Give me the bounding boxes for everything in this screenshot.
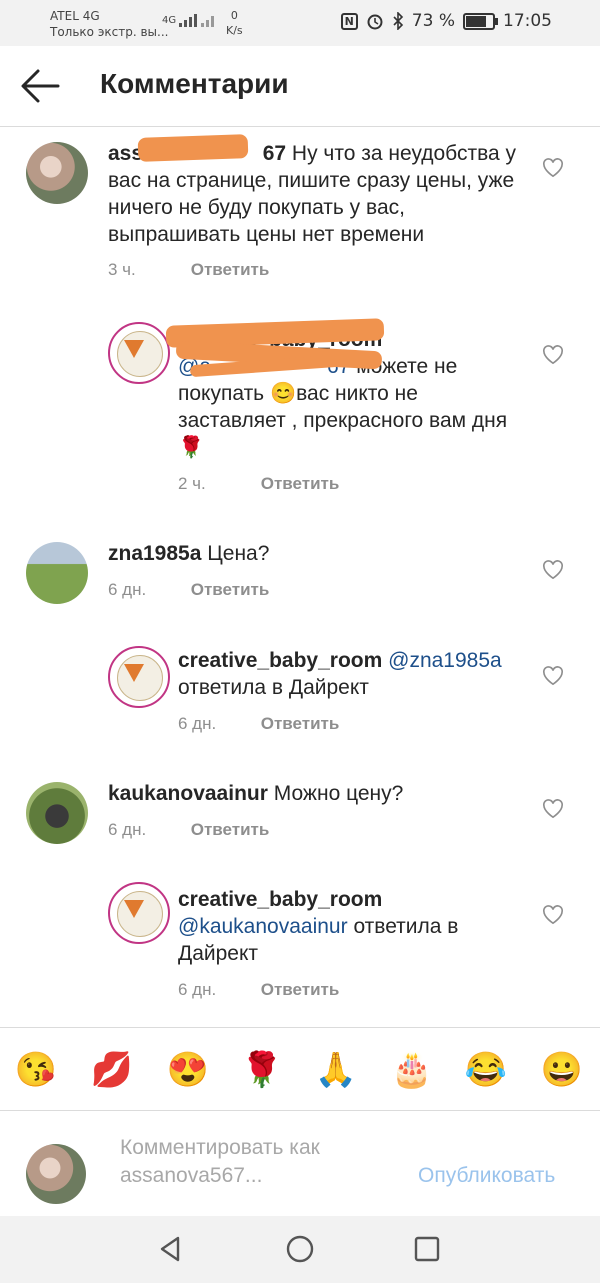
avatar[interactable] <box>108 882 170 944</box>
heart-icon[interactable] <box>542 158 564 178</box>
comment-time: 6 дн. <box>178 714 217 733</box>
bluetooth-icon <box>393 12 403 30</box>
comment-meta: 6 дн. Ответить <box>108 820 269 840</box>
comment-body: creative_baby_room @kaukanovaainur ответ… <box>178 886 518 967</box>
reply-button[interactable]: Ответить <box>191 820 270 839</box>
comment-meta: 3 ч. Ответить <box>108 260 269 280</box>
emoji-heart-eyes-icon[interactable]: 😍 <box>166 1048 210 1092</box>
avatar[interactable] <box>108 646 170 708</box>
comment-username[interactable]: creative_baby_room <box>178 888 382 911</box>
emoji-lips-icon[interactable]: 💋 <box>90 1048 134 1092</box>
avatar <box>26 1144 86 1204</box>
comment-meta: 6 дн. Ответить <box>178 714 339 734</box>
speed-value: 0 <box>230 9 238 22</box>
comment-body: zna1985a Цена? <box>108 540 528 567</box>
emoji-cake-icon[interactable]: 🎂 <box>390 1048 434 1092</box>
publish-button[interactable]: Опубликовать <box>418 1164 555 1188</box>
network-speed: 0 K/s <box>226 8 243 38</box>
system-nav-bar <box>0 1216 600 1283</box>
carrier-name: ATEL 4G <box>50 9 100 23</box>
comment-text: Цена? <box>207 542 270 565</box>
heart-icon[interactable] <box>542 799 564 819</box>
heart-icon[interactable] <box>542 905 564 925</box>
emoji-kiss-icon[interactable]: 😘 <box>14 1048 58 1092</box>
avatar[interactable] <box>26 542 88 604</box>
comment-input-placeholder-user: assanova567... <box>120 1164 263 1187</box>
avatar[interactable] <box>108 322 170 384</box>
reply-button[interactable]: Ответить <box>261 714 340 733</box>
heart-icon[interactable] <box>542 345 564 365</box>
battery-percent: 73 % <box>411 11 455 31</box>
comment-time: 6 дн. <box>178 980 217 999</box>
comment-input-placeholder: Комментировать как <box>120 1136 320 1159</box>
battery-icon <box>463 12 498 30</box>
fox-logo-icon <box>124 900 144 918</box>
clock: 17:05 <box>503 11 552 31</box>
heart-icon[interactable] <box>542 560 564 580</box>
comment-text: ответила в Дайрект <box>178 676 369 699</box>
reply-button[interactable]: Ответить <box>191 260 270 279</box>
heart-icon[interactable] <box>542 666 564 686</box>
nav-home-icon[interactable] <box>285 1234 315 1264</box>
carrier-subtitle: Только экстр. вы... <box>50 25 169 39</box>
network-type: 4G <box>162 15 177 26</box>
header: Комментарии <box>0 46 600 127</box>
fox-logo-icon <box>124 664 144 682</box>
status-bar: ATEL 4G Только экстр. вы... 4G 0 K/s N 7… <box>0 0 600 46</box>
reply-button[interactable]: Ответить <box>261 980 340 999</box>
fox-logo-icon <box>124 340 144 358</box>
redaction-scribble <box>137 134 249 162</box>
avatar[interactable] <box>26 782 88 844</box>
comment-mention[interactable]: @zna1985a <box>388 649 502 672</box>
comment-mention[interactable]: @kaukanovaainur <box>178 915 348 938</box>
status-icons: N 73 % 17:05 <box>340 11 552 31</box>
reply-button[interactable]: Ответить <box>261 474 340 493</box>
emoji-quick-bar: 😘 💋 😍 🌹 🙏 🎂 😂 😀 <box>0 1027 600 1111</box>
nfc-icon: N <box>340 12 358 30</box>
comment-composer: Комментировать как assanova567... Опубли… <box>0 1110 600 1216</box>
comment-text: Можно цену? <box>273 782 404 805</box>
reply-button[interactable]: Ответить <box>191 580 270 599</box>
comment-username[interactable]: kaukanovaainur <box>108 782 268 805</box>
carrier-info: ATEL 4G Только экстр. вы... <box>50 8 168 40</box>
comment-meta: 6 дн. Ответить <box>178 980 339 1000</box>
emoji-joy-icon[interactable]: 😂 <box>464 1048 508 1092</box>
nav-recent-icon[interactable] <box>412 1234 442 1264</box>
nav-back-icon[interactable] <box>156 1234 186 1264</box>
emoji-pray-icon[interactable]: 🙏 <box>314 1048 358 1092</box>
comment-body: kaukanovaainur Можно цену? <box>108 780 528 807</box>
comment-body: creative_baby_room @zna1985a ответила в … <box>178 647 538 701</box>
battery-fill <box>466 15 487 27</box>
comment-username[interactable]: zna1985a <box>108 542 201 565</box>
emoji-grin-icon[interactable]: 😀 <box>540 1048 584 1092</box>
page-title: Комментарии <box>100 68 289 99</box>
arrow-left-icon <box>21 69 60 103</box>
back-button[interactable] <box>20 68 60 104</box>
alarm-icon <box>367 14 383 30</box>
comment-time: 6 дн. <box>108 820 147 839</box>
emoji-rose-icon[interactable]: 🌹 <box>240 1048 284 1092</box>
comment-username[interactable]: creative_baby_room <box>178 649 382 672</box>
signal-icon: 4G <box>162 12 215 28</box>
avatar[interactable] <box>26 142 88 204</box>
comment-time: 2 ч. <box>178 474 206 493</box>
comment-time: 6 дн. <box>108 580 147 599</box>
comment-meta: 6 дн. Ответить <box>108 580 269 600</box>
comment-time: 3 ч. <box>108 260 136 279</box>
comment-input[interactable]: Комментировать как assanova567... <box>120 1134 390 1190</box>
comment-meta: 2 ч. Ответить <box>178 474 339 494</box>
speed-unit: K/s <box>226 24 243 37</box>
